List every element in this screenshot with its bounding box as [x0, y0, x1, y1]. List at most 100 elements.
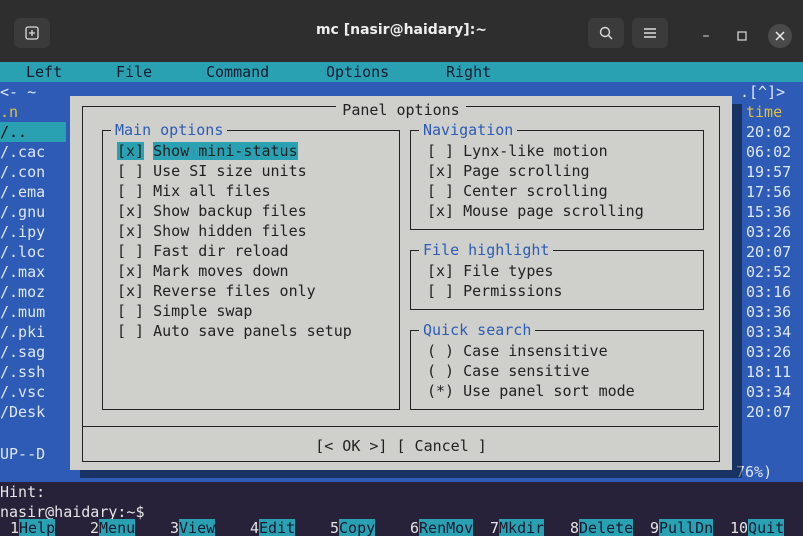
right-panel-column-header: time	[746, 103, 783, 121]
window-title: mc [nasir@haidary]:~	[315, 22, 488, 38]
function-key-bar: 1Help 2Menu 3View 4Edit 5Copy 6RenMov 7M…	[0, 519, 803, 536]
option-auto-save-panels-setup[interactable]: [ ] Auto save panels setup	[117, 321, 352, 341]
right-panel-time: 20:02	[746, 123, 792, 141]
option-show-hidden-files[interactable]: [x] Show hidden files	[117, 221, 307, 241]
right-panel-time: 03:36	[746, 303, 792, 321]
left-panel-file[interactable]: /.max	[0, 262, 45, 282]
window-titlebar: mc [nasir@haidary]:~ –	[0, 0, 803, 63]
hamburger-menu-button[interactable]	[632, 18, 668, 48]
left-panel-file[interactable]: /.ema	[0, 182, 45, 202]
quick-search-group: Quick search ( ) Case insensitive ( ) Ca…	[410, 320, 704, 410]
left-panel-file[interactable]: .n	[0, 102, 18, 122]
right-panel-time: 03:16	[746, 283, 792, 301]
menu-options[interactable]: Options	[326, 62, 389, 82]
dialog-separator	[82, 426, 718, 427]
option-fast-dir-reload[interactable]: [ ] Fast dir reload	[117, 241, 289, 261]
right-panel-time: 03:34	[746, 383, 792, 401]
fkey-edit[interactable]: 4Edit	[250, 519, 296, 536]
hint-line: Hint:	[0, 482, 803, 502]
menu-file[interactable]: File	[116, 62, 152, 82]
right-panel-footer: 76%)	[736, 463, 773, 481]
option-mix-all-files[interactable]: [ ] Mix all files	[117, 181, 271, 201]
maximize-button[interactable]	[730, 24, 754, 48]
option-case-insensitive[interactable]: ( ) Case insensitive	[427, 341, 608, 361]
minimize-button[interactable]: –	[694, 24, 718, 48]
panel-options-dialog: Panel options Main options [x] Show mini…	[70, 96, 732, 470]
left-panel-file[interactable]: /.gnu	[0, 202, 45, 222]
right-panel-time: 02:52	[746, 263, 792, 281]
search-icon	[599, 26, 613, 40]
menu-left[interactable]: Left	[26, 62, 62, 82]
left-panel-file[interactable]: /.ssh	[0, 362, 45, 382]
right-panel-time: 03:26	[746, 343, 792, 361]
main-options-group: Main options [x] Show mini-status [ ] Us…	[102, 120, 400, 410]
option-use-panel-sort-mode[interactable]: (*) Use panel sort mode	[427, 381, 635, 401]
fkey-help[interactable]: 1Help	[10, 519, 56, 536]
quick-search-title: Quick search	[419, 320, 536, 340]
fkey-copy[interactable]: 5Copy	[330, 519, 376, 536]
option-center-scrolling[interactable]: [ ] Center scrolling	[427, 181, 608, 201]
option-use-si-size-units[interactable]: [ ] Use SI size units	[117, 161, 307, 181]
hamburger-icon	[644, 28, 656, 38]
right-panel-time: 03:34	[746, 323, 792, 341]
search-button[interactable]	[588, 18, 624, 48]
left-panel-file[interactable]: /Desk	[0, 402, 45, 422]
right-panel-time: 06:02	[746, 143, 792, 161]
left-panel-file[interactable]: /.vsc	[0, 382, 45, 402]
maximize-icon	[737, 31, 747, 41]
main-options-title: Main options	[111, 120, 228, 140]
right-panel-time: 17:56	[746, 183, 792, 201]
left-panel-status: UP--D	[0, 445, 46, 463]
option-page-scrolling[interactable]: [x] Page scrolling	[427, 161, 590, 181]
fkey-renmov[interactable]: 6RenMov	[410, 519, 474, 536]
option-mouse-page-scrolling[interactable]: [x] Mouse page scrolling	[427, 201, 644, 221]
left-panel-file[interactable]: /.moz	[0, 282, 45, 302]
fkey-menu[interactable]: 2Menu	[90, 519, 136, 536]
fkey-mkdir[interactable]: 7Mkdir	[490, 519, 545, 536]
left-panel-file[interactable]: /.mum	[0, 302, 45, 322]
menu-command[interactable]: Command	[206, 62, 269, 82]
fkey-pulldn[interactable]: 9PullDn	[650, 519, 714, 536]
left-panel-header: <- ~	[0, 83, 37, 101]
cancel-button[interactable]: [ Cancel ]	[396, 437, 486, 455]
dialog-buttons: [< OK >] [ Cancel ]	[70, 436, 732, 456]
left-panel-file-selected[interactable]: /..	[0, 122, 66, 142]
minimize-icon: –	[702, 28, 710, 44]
fkey-delete[interactable]: 8Delete	[570, 519, 634, 536]
terminal[interactable]: Left File Command Options Right <- ~ .n …	[0, 62, 803, 536]
dialog-title: Panel options	[70, 100, 732, 120]
left-panel-file[interactable]: /.cac	[0, 142, 45, 162]
option-simple-swap[interactable]: [ ] Simple swap	[117, 301, 252, 321]
option-file-types[interactable]: [x] File types	[427, 261, 553, 281]
fkey-view[interactable]: 3View	[170, 519, 216, 536]
option-reverse-files-only[interactable]: [x] Reverse files only	[117, 281, 316, 301]
option-permissions[interactable]: [ ] Permissions	[427, 281, 562, 301]
right-panel-time: 19:57	[746, 163, 792, 181]
navigation-title: Navigation	[419, 120, 518, 140]
right-panel-header: .[^]>	[740, 83, 786, 101]
right-panel-time: 18:11	[746, 363, 792, 381]
option-mark-moves-down[interactable]: [x] Mark moves down	[117, 261, 289, 281]
left-panel-file[interactable]: /.ipy	[0, 222, 45, 242]
right-panel-time: 15:36	[746, 203, 792, 221]
left-panel-file[interactable]: /.sag	[0, 342, 45, 362]
left-panel-file[interactable]: /.loc	[0, 242, 45, 262]
option-lynx-like-motion[interactable]: [ ] Lynx-like motion	[427, 141, 608, 161]
option-case-sensitive[interactable]: ( ) Case sensitive	[427, 361, 590, 381]
left-panel-file[interactable]: /.con	[0, 162, 45, 182]
fkey-quit[interactable]: 10Quit	[730, 519, 785, 536]
close-button[interactable]	[768, 24, 792, 48]
menu-right[interactable]: Right	[446, 62, 491, 82]
navigation-group: Navigation [ ] Lynx-like motion [x] Page…	[410, 120, 704, 230]
shell-prompt[interactable]: nasir@haidary:~$	[0, 502, 803, 521]
right-panel-time: 20:07	[746, 403, 792, 421]
option-show-mini-status[interactable]: [x] Show mini-status	[117, 141, 298, 161]
file-highlight-group: File highlight [x] File types [ ] Permis…	[410, 240, 704, 310]
file-highlight-title: File highlight	[419, 240, 554, 260]
close-icon	[775, 31, 785, 41]
option-show-backup-files[interactable]: [x] Show backup files	[117, 201, 307, 221]
ok-button[interactable]: [< OK >]	[315, 437, 387, 455]
right-panel-time: 03:26	[746, 223, 792, 241]
left-panel-file[interactable]: /.pki	[0, 322, 45, 342]
mc-menubar: Left File Command Options Right	[0, 62, 803, 82]
